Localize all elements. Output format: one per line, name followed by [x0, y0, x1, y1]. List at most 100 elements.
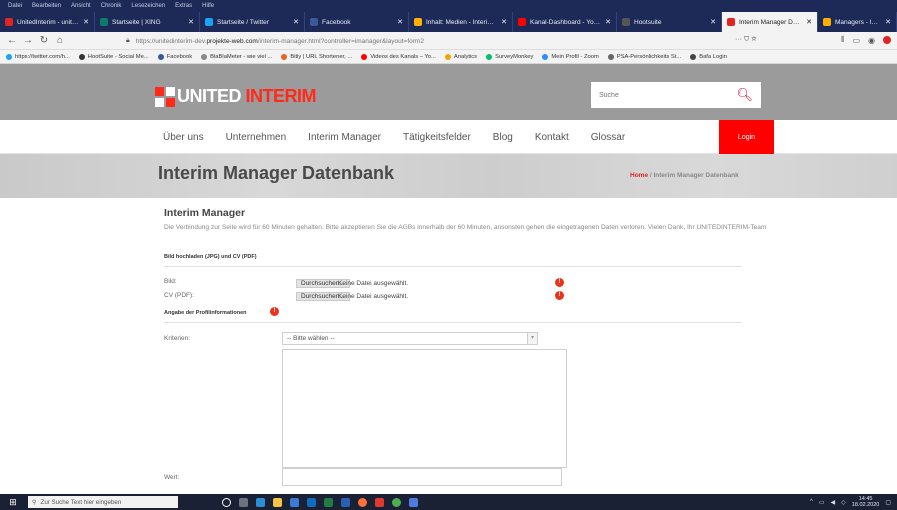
back-icon[interactable]: ←: [6, 35, 18, 46]
home-icon[interactable]: ⌂: [54, 35, 66, 46]
bookmark-item[interactable]: SurveyMonkey: [486, 53, 533, 60]
tab-hootsuite[interactable]: Hootsuite ✕: [617, 12, 722, 32]
bookmark-item[interactable]: BlaBlaMeter - wie viel ...: [201, 53, 273, 60]
bookmark-item[interactable]: Mein Profil - Zoom: [542, 53, 599, 60]
bookmark-item[interactable]: Videos des Kanals – Yo...: [361, 53, 436, 60]
menu-file[interactable]: Datei: [8, 3, 22, 9]
edge-icon[interactable]: [256, 497, 265, 507]
bookmark-item[interactable]: Bitly | URL Shortener, ...: [281, 53, 352, 60]
menu-view[interactable]: Ansicht: [71, 3, 91, 9]
extension-icon[interactable]: [883, 36, 891, 44]
app-blue-icon[interactable]: [409, 497, 418, 507]
close-tab-icon[interactable]: ✕: [885, 18, 891, 26]
menu-edit[interactable]: Bearbeiten: [32, 3, 61, 9]
browser-menubar: Datei Bearbeiten Ansicht Chronik Lesezei…: [0, 0, 897, 12]
app-red-icon[interactable]: [375, 497, 384, 507]
task-view-icon[interactable]: [239, 497, 248, 507]
tab-twitter[interactable]: Startseite / Twitter ✕: [200, 12, 305, 32]
bookmark-item[interactable]: PSA-Persönlichkeits St...: [607, 53, 681, 60]
bookmark-item[interactable]: https://twitter.com/h...: [6, 53, 70, 60]
search-input[interactable]: [591, 91, 731, 99]
close-tab-icon[interactable]: ✕: [397, 18, 403, 26]
nav-item-unternehmen[interactable]: Unternehmen: [226, 132, 287, 143]
close-tab-icon[interactable]: ✕: [806, 18, 812, 26]
nav-item-taetigkeitsfelder[interactable]: Tätigkeitsfelder: [403, 132, 471, 143]
store-icon[interactable]: [290, 497, 299, 507]
taskbar-clock[interactable]: 14:45 18.02.2020: [852, 496, 880, 508]
library-icon[interactable]: ⫴: [841, 35, 844, 45]
breadcrumb-home[interactable]: Home: [630, 172, 648, 179]
tab-interim-manager-datenbank[interactable]: Interim Manager Datenbank ✕: [722, 12, 818, 32]
nav-item-ueber-uns[interactable]: Über uns: [163, 132, 204, 143]
search-icon[interactable]: 🔍︎: [736, 87, 753, 103]
account-icon[interactable]: ◉: [868, 36, 875, 45]
windows-start-icon[interactable]: ⊞: [6, 494, 20, 510]
site-search: 🔍︎: [591, 82, 761, 108]
word-icon[interactable]: [341, 497, 350, 507]
kriterien-listbox[interactable]: [282, 349, 567, 468]
bild-warning-icon: !: [555, 278, 564, 287]
close-tab-icon[interactable]: ✕: [710, 18, 716, 26]
tab-youtube[interactable]: Kanal-Dashboard - YouTube ✕: [513, 12, 617, 32]
chrome-icon[interactable]: [392, 497, 401, 507]
page-title-banner: Interim Manager Datenbank Home / Interim…: [0, 154, 897, 198]
tab-xing[interactable]: Startseite | XING ✕: [95, 12, 200, 32]
wert-input[interactable]: [282, 468, 562, 486]
kriterien-select[interactable]: -- Bitte wählen -- ▾: [282, 332, 538, 345]
menu-help[interactable]: Hilfe: [202, 3, 214, 9]
tab-facebook[interactable]: Facebook ✕: [305, 12, 409, 32]
bookmark-label: Analytics: [453, 53, 478, 60]
forward-icon[interactable]: →: [22, 35, 34, 46]
unitedinterim-logo[interactable]: UNITED INTERIM: [155, 86, 316, 107]
favicon-icon: [100, 18, 108, 26]
cv-file-status: Keine Datei ausgewählt.: [338, 293, 409, 300]
volume-icon[interactable]: ◀: [831, 499, 836, 506]
explorer-icon[interactable]: [273, 497, 282, 507]
close-tab-icon[interactable]: ✕: [293, 18, 299, 26]
network-icon[interactable]: ▭: [819, 499, 825, 506]
language-icon[interactable]: ◇: [841, 499, 846, 506]
close-tab-icon[interactable]: ✕: [188, 18, 194, 26]
url-bar[interactable]: 🔒︎ https://unitedinterim-dev. projekte-we…: [126, 34, 786, 48]
taskbar-search[interactable]: ⚲ Zur Suche Text hier eingeben: [28, 496, 178, 508]
outlook-icon[interactable]: [307, 497, 316, 507]
close-tab-icon[interactable]: ✕: [83, 18, 89, 26]
system-tray: ^ ▭ ◀ ◇ 14:45 18.02.2020 ▢: [810, 494, 891, 510]
cortana-icon[interactable]: [222, 497, 231, 507]
bookmark-icon: [607, 53, 614, 60]
url-actions[interactable]: ··· ⛉ ☆: [735, 36, 757, 44]
bookmark-item[interactable]: Bafa Login: [690, 53, 727, 60]
reload-icon[interactable]: ↻: [38, 35, 50, 46]
bookmark-item[interactable]: Facebook: [157, 53, 193, 60]
tab-bar: UnitedInterim - unitedinterim. ✕ Startse…: [0, 12, 897, 32]
main-nav: Über uns Unternehmen Interim Manager Tät…: [0, 120, 897, 154]
favicon-icon: [622, 18, 630, 26]
close-tab-icon[interactable]: ✕: [501, 18, 507, 26]
logo-text: UNITED INTERIM: [177, 86, 316, 107]
sidebar-icon[interactable]: ▭: [852, 36, 860, 45]
bookmark-label: https://twitter.com/h...: [15, 53, 70, 60]
tab-unitedinterim[interactable]: UnitedInterim - unitedinterim. ✕: [0, 12, 95, 32]
bookmark-label: BlaBlaMeter - wie viel ...: [210, 53, 273, 60]
tab-managers[interactable]: Managers - Interim Manage ✕: [818, 12, 897, 32]
tray-chevron-icon[interactable]: ^: [810, 499, 813, 505]
bookmark-label: Facebook: [166, 53, 193, 60]
notifications-icon[interactable]: ▢: [885, 499, 891, 506]
nav-item-kontakt[interactable]: Kontakt: [535, 132, 569, 143]
nav-item-blog[interactable]: Blog: [493, 132, 513, 143]
bookmark-item[interactable]: HootSuite - Social Me...: [78, 53, 149, 60]
bookmark-item[interactable]: Analytics: [444, 53, 478, 60]
tab-medien[interactable]: Inhalt: Medien - Interim Ma ✕: [409, 12, 513, 32]
nav-item-glossar[interactable]: Glossar: [591, 132, 625, 143]
menu-history[interactable]: Chronik: [101, 3, 122, 9]
close-tab-icon[interactable]: ✕: [605, 18, 611, 26]
login-button[interactable]: Login: [719, 120, 774, 154]
nav-item-interim-manager[interactable]: Interim Manager: [308, 132, 381, 143]
logo-text-interim: INTERIM: [245, 86, 317, 106]
bookmark-icon: [361, 53, 368, 60]
bookmark-icon: [281, 53, 288, 60]
menu-tools[interactable]: Extras: [175, 3, 192, 9]
excel-icon[interactable]: [324, 497, 333, 507]
firefox-icon[interactable]: [358, 497, 367, 507]
menu-bookmarks[interactable]: Lesezeichen: [131, 3, 165, 9]
